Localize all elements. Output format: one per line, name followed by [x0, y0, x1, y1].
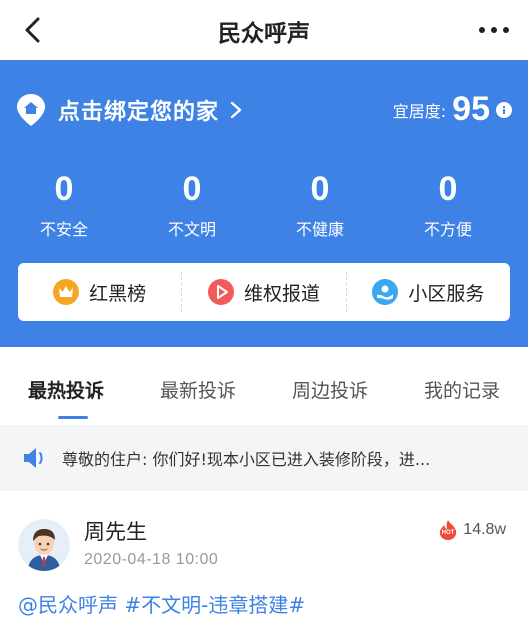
- post-timestamp: 2020-04-18 10:00: [84, 551, 219, 568]
- complaint-tabs: 最热投诉 最新投诉 周边投诉 我的记录: [0, 347, 528, 425]
- quick-link-label: 红黑榜: [89, 282, 147, 305]
- tab-label: 最热投诉: [27, 380, 104, 402]
- avatar[interactable]: [18, 519, 70, 571]
- info-icon[interactable]: [496, 101, 512, 118]
- issue-stats: 0 不安全 0 不文明 0 不健康 0 不方便: [0, 168, 528, 240]
- hot-fire-icon: HOT: [440, 520, 457, 540]
- community-hero: 点击绑定您的家 宜居度: 95 0 不安全 0 不文明 0 不健康 0 不方便: [0, 60, 528, 347]
- more-options-icon[interactable]: [476, 16, 512, 44]
- play-icon: [207, 279, 234, 305]
- tab-latest[interactable]: 最新投诉: [132, 347, 264, 425]
- tab-label: 我的记录: [423, 380, 500, 402]
- announcement-text: 尊敬的住户: 你们好!现本小区已进入装修阶段，进...: [62, 450, 431, 469]
- chevron-right-icon: [230, 101, 242, 119]
- tab-my-records[interactable]: 我的记录: [396, 347, 528, 425]
- tab-nearby[interactable]: 周边投诉: [264, 347, 396, 425]
- announcement-bar[interactable]: 尊敬的住户: 你们好!现本小区已进入装修阶段，进...: [0, 425, 528, 491]
- stat-unhealthy[interactable]: 0 不健康: [256, 168, 384, 240]
- bind-home-label: 点击绑定您的家: [58, 100, 220, 125]
- stat-uncivil[interactable]: 0 不文明: [128, 168, 256, 240]
- stat-value: 0: [310, 170, 330, 208]
- hot-count-value: 14.8w: [463, 521, 506, 538]
- svg-text:HOT: HOT: [442, 530, 455, 536]
- complaint-post[interactable]: 周先生 2020-04-18 10:00 HOT 14.8w @民众呼声 #不文…: [0, 491, 528, 632]
- stat-label: 不健康: [295, 220, 344, 239]
- community-service-link[interactable]: 小区服务: [347, 263, 510, 321]
- quick-link-label: 维权报道: [243, 282, 320, 305]
- stat-label: 不文明: [167, 220, 216, 239]
- crown-icon: [53, 279, 80, 305]
- stat-value: 0: [182, 170, 202, 208]
- topic-tag[interactable]: #不文明-违章搭建#: [124, 593, 305, 617]
- rights-report-link[interactable]: 维权报道: [182, 263, 345, 321]
- bind-home-link[interactable]: 点击绑定您的家: [16, 93, 245, 127]
- tab-label: 周边投诉: [291, 380, 368, 402]
- quick-links-card: 红黑榜 维权报道 小区服务: [18, 263, 510, 321]
- post-author: 周先生: [84, 520, 147, 544]
- mention-tag[interactable]: @民众呼声: [18, 593, 118, 617]
- stat-value: 0: [54, 170, 74, 208]
- stat-unsafe[interactable]: 0 不安全: [0, 168, 128, 240]
- quick-link-label: 小区服务: [408, 282, 485, 305]
- livability-score: 宜居度: 95: [393, 90, 512, 129]
- active-tab-indicator: [58, 416, 88, 419]
- livability-label: 宜居度:: [392, 101, 447, 121]
- speaker-icon: [24, 448, 43, 468]
- hot-count-badge: HOT 14.8w: [437, 519, 506, 541]
- livability-value: 95: [452, 90, 490, 128]
- stat-label: 不安全: [39, 220, 88, 239]
- top-nav: 民众呼声: [0, 0, 528, 60]
- stat-value: 0: [438, 170, 458, 208]
- home-location-pin-icon: [17, 94, 45, 126]
- stat-inconvenient[interactable]: 0 不方便: [384, 168, 512, 240]
- hand-service-icon: [372, 279, 399, 305]
- tab-hottest[interactable]: 最热投诉: [0, 347, 132, 425]
- tab-label: 最新投诉: [159, 380, 236, 402]
- post-tags: @民众呼声 #不文明-违章搭建#: [18, 589, 305, 618]
- stat-label: 不方便: [423, 220, 472, 239]
- page-title: 民众呼声: [218, 21, 310, 47]
- red-black-list-link[interactable]: 红黑榜: [18, 263, 181, 321]
